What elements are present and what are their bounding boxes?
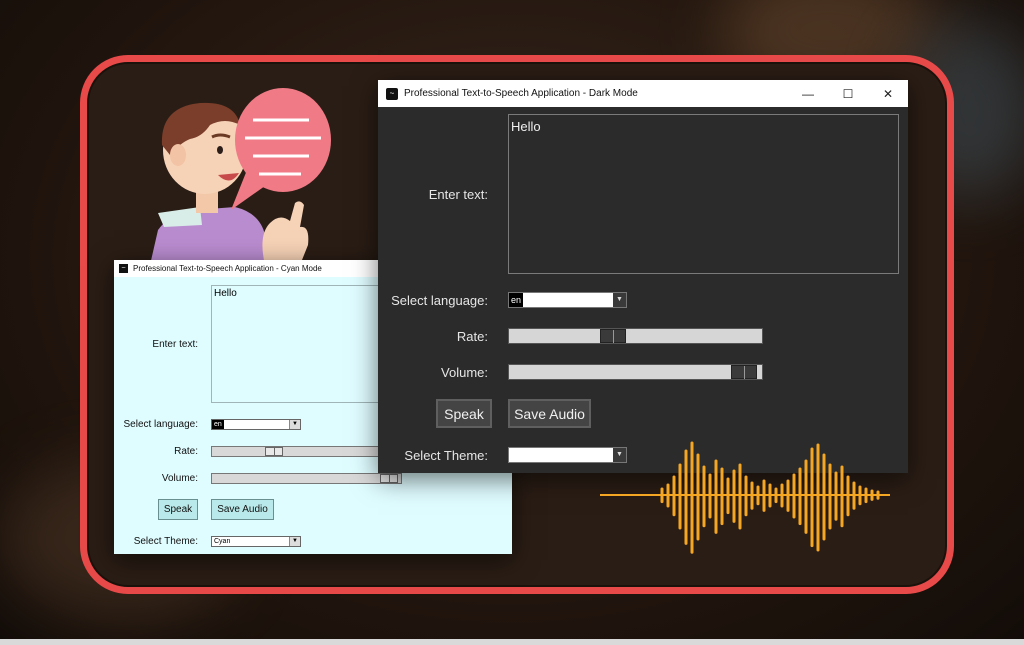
theme-select[interactable]: Cyan ▼ [211, 536, 301, 547]
maximize-icon[interactable]: ☐ [828, 80, 868, 107]
text-input[interactable]: Hello [508, 114, 899, 274]
enter-text-label: Enter text: [428, 187, 488, 202]
rate-label: Rate: [456, 329, 488, 344]
language-select[interactable]: en ▼ [508, 292, 627, 308]
language-value: en [509, 293, 524, 307]
volume-label: Volume: [161, 473, 198, 484]
chevron-down-icon[interactable]: ▼ [289, 420, 300, 429]
window-title: Professional Text-to-Speech Application … [404, 88, 638, 99]
chevron-down-icon[interactable]: ▼ [289, 537, 300, 546]
app-wave-icon: ~ [119, 264, 128, 273]
bottom-strip [0, 639, 1024, 645]
volume-slider-thumb[interactable] [380, 474, 398, 483]
window-title: Professional Text-to-Speech Application … [133, 264, 322, 273]
close-icon[interactable]: ✕ [868, 80, 908, 107]
volume-slider-thumb[interactable] [731, 365, 757, 379]
speak-button[interactable]: Speak [158, 499, 198, 520]
chevron-down-icon[interactable]: ▼ [613, 293, 626, 307]
dark-titlebar: ~ Professional Text-to-Speech Applicatio… [378, 80, 908, 107]
speech-bubble-icon [231, 88, 331, 210]
volume-slider[interactable] [211, 473, 402, 484]
theme-value: Cyan [214, 538, 231, 545]
text-input[interactable]: Hello [211, 285, 381, 403]
language-label: Select language: [123, 419, 198, 430]
language-label: Select language: [391, 293, 488, 308]
volume-slider[interactable] [508, 364, 763, 380]
speak-button[interactable]: Speak [436, 399, 492, 428]
save-audio-button[interactable]: Save Audio [211, 499, 274, 520]
volume-label: Volume: [441, 365, 488, 380]
sound-wave-icon [600, 441, 890, 554]
rate-slider-thumb[interactable] [265, 447, 283, 456]
language-select[interactable]: en ▼ [211, 419, 301, 430]
save-audio-button[interactable]: Save Audio [508, 399, 591, 428]
theme-label: Select Theme: [404, 448, 488, 463]
app-wave-icon: ~ [386, 87, 398, 100]
enter-text-label: Enter text: [152, 339, 198, 350]
rate-slider[interactable] [211, 446, 381, 457]
minimize-icon[interactable]: — [788, 80, 828, 107]
rate-label: Rate: [174, 446, 198, 457]
theme-label: Select Theme: [133, 536, 198, 547]
rate-slider-thumb[interactable] [600, 329, 626, 343]
rate-slider[interactable] [508, 328, 763, 344]
language-value: en [212, 420, 224, 429]
